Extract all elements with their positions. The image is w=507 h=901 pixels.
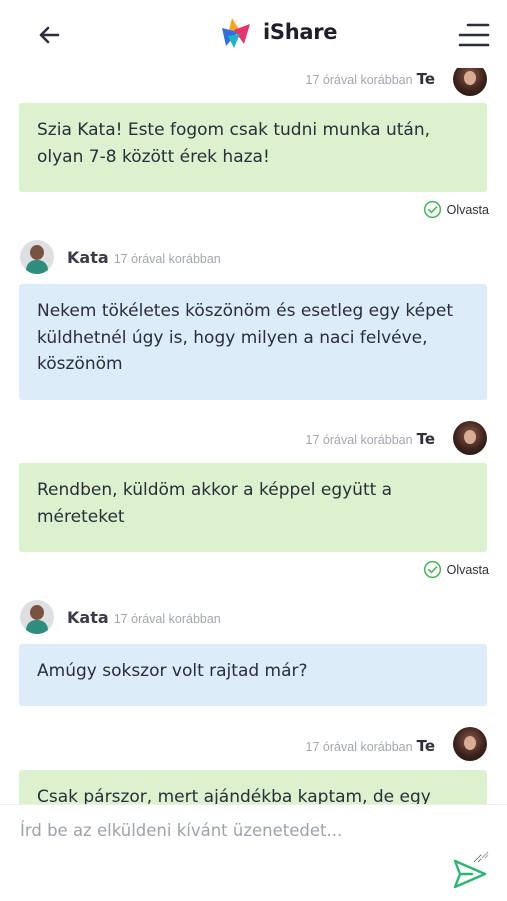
message-meta-other: Kata 17 órával korábban [67,248,221,278]
sender-name: Te [416,430,435,448]
sender-name: Kata [67,248,109,267]
avatar [453,727,487,761]
app-header: iShare [0,0,507,68]
chat-thread[interactable]: 17 órával korábban Te Szia Kata! Este fog… [0,68,507,804]
message-bubble-mine: Csak párszor, mert ajándékba kaptam, de … [19,770,487,804]
send-icon [453,859,487,889]
message-time: 17 órával korábban [305,433,413,447]
brand-name: iShare [263,20,338,44]
avatar [20,240,54,274]
check-circle-icon [423,200,441,219]
send-button[interactable] [452,858,488,890]
avatar [453,421,487,455]
menu-button[interactable] [458,20,490,50]
message-time: 17 órával korábban [305,73,413,87]
message-meta-other: Kata 17 órával korábban [67,608,221,638]
avatar [453,68,487,96]
sender-name: Te [416,737,435,755]
message-composer [0,804,507,901]
arrow-left-icon [39,26,60,44]
ishare-logo [218,16,252,50]
avatar [20,600,54,634]
message-bubble-mine: Rendben, küldöm akkor a képpel együtt a … [19,463,487,552]
message-input[interactable] [18,819,482,863]
message-bubble-other: Nekem tökéletes köszönöm és esetleg egy … [19,284,487,400]
read-status: Olvasta [423,560,489,579]
message-meta-mine: 17 órával korábban Te [306,429,435,459]
back-button[interactable] [34,20,64,50]
message-time: 17 órával korábban [113,252,221,266]
message-bubble-other: Amúgy sokszor volt rajtad már? [19,644,487,706]
sender-name: Kata [67,608,109,627]
read-status-label: Olvasta [446,562,489,577]
sender-name: Te [416,70,435,88]
message-time: 17 órával korábban [113,612,221,626]
read-status: Olvasta [423,200,489,219]
message-meta-mine: 17 órával korábban Te [306,69,435,99]
hamburger-menu-icon [458,23,490,47]
read-status-label: Olvasta [446,202,489,217]
message-bubble-mine: Szia Kata! Este fogom csak tudni munka u… [19,103,487,192]
message-meta-mine: 17 órával korábban Te [306,736,435,766]
check-circle-icon [423,560,441,579]
message-time: 17 órával korábban [305,740,413,754]
